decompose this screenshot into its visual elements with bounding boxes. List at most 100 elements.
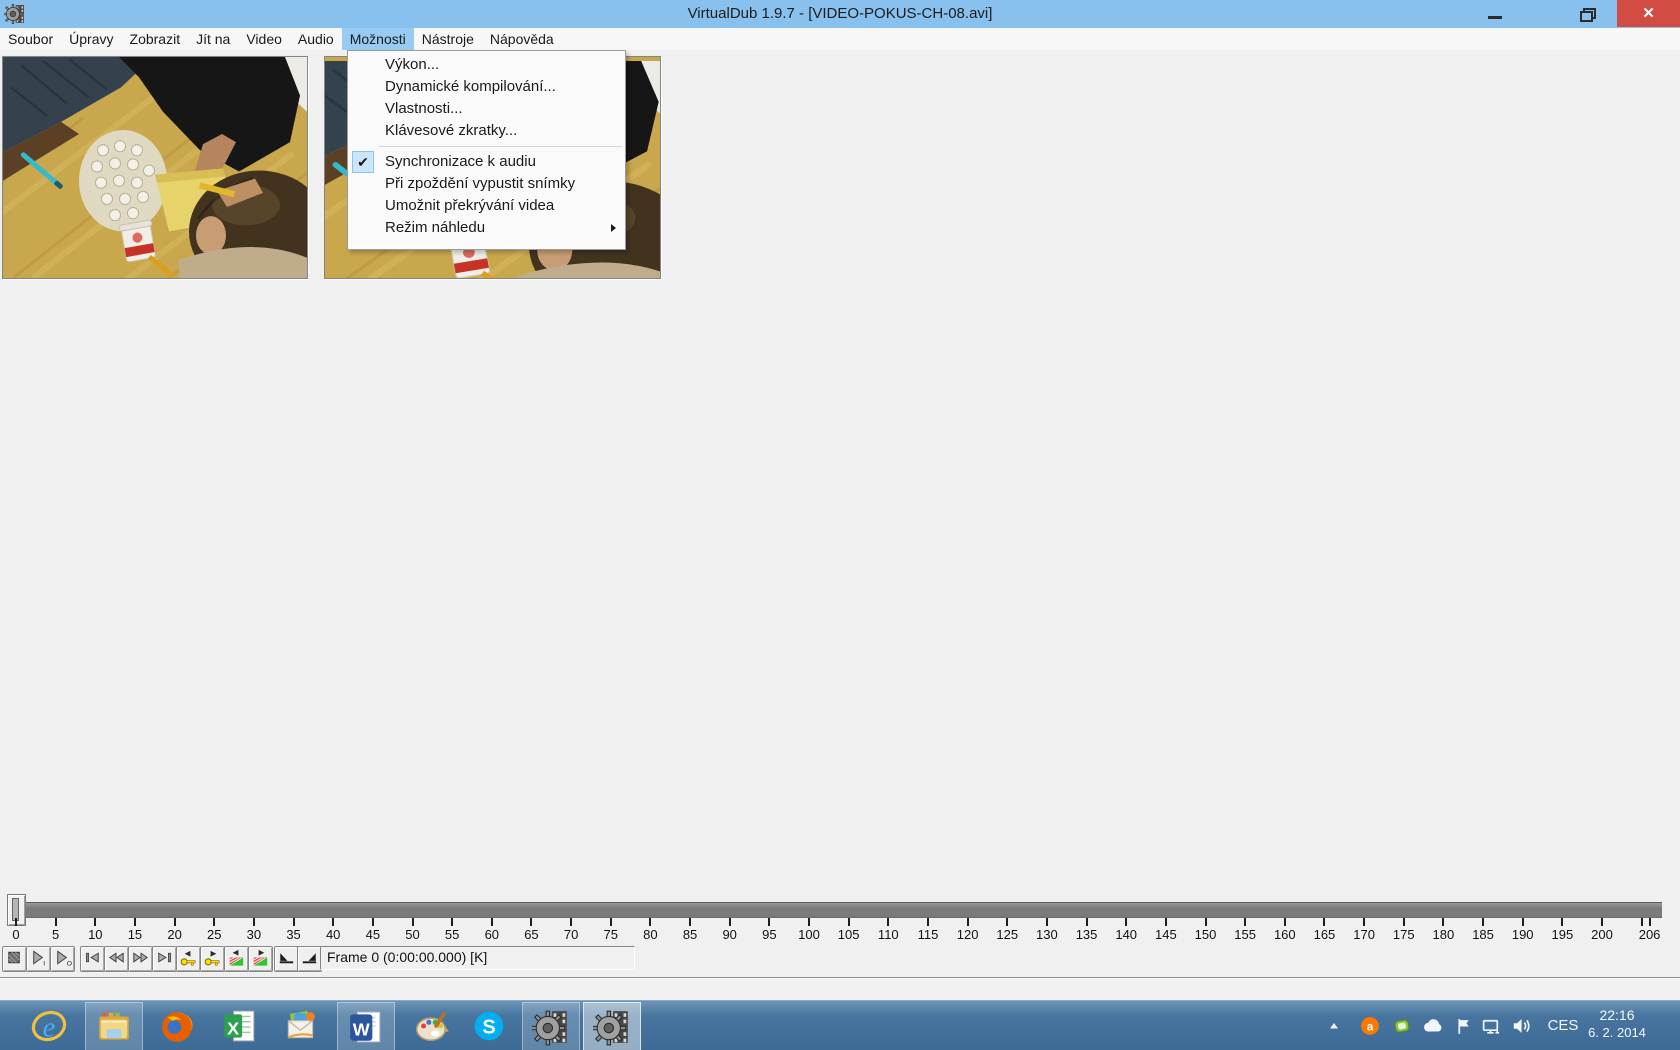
minimize-button[interactable] bbox=[1462, 0, 1528, 27]
taskbar-app-word[interactable]: W bbox=[337, 1002, 395, 1050]
ruler-tick bbox=[808, 918, 810, 926]
menu-item-klavesove-zkratky[interactable]: Klávesové zkratky... bbox=[348, 120, 625, 142]
ruler-tick bbox=[252, 918, 255, 926]
prev-scene-button[interactable] bbox=[224, 946, 249, 972]
go-first-frame-icon bbox=[85, 952, 99, 963]
taskbar-app-excel[interactable]: X bbox=[212, 1002, 268, 1050]
next-scene-button[interactable] bbox=[248, 946, 273, 972]
paint-icon bbox=[415, 1012, 449, 1042]
rewind-button[interactable] bbox=[104, 946, 129, 972]
menu-item-rezim-nahledu[interactable]: Režim náhledu bbox=[348, 217, 625, 239]
menu-item-umoznit-prekryvani-videa[interactable]: Umožnit překrývání videa bbox=[348, 195, 625, 217]
menubar-item-zobrazit[interactable]: Zobrazit bbox=[122, 28, 189, 50]
ruler-tick bbox=[490, 918, 493, 926]
ruler-tick bbox=[1648, 918, 1651, 926]
svg-text:a: a bbox=[1367, 1019, 1374, 1033]
taskbar-app-file-explorer[interactable] bbox=[85, 1002, 143, 1050]
ruler-label: 20 bbox=[167, 927, 182, 942]
taskbar-app-firefox[interactable] bbox=[149, 1002, 205, 1050]
menubar-item-nastroje[interactable]: Nástroje bbox=[414, 28, 482, 50]
skydrive-icon[interactable] bbox=[1421, 1014, 1445, 1038]
menu-item-vykon[interactable]: Výkon... bbox=[348, 54, 625, 76]
menu-item-label: Dynamické kompilování... bbox=[385, 78, 556, 95]
show-hidden-icons-icon[interactable] bbox=[1322, 1014, 1346, 1038]
ruler-label: 5 bbox=[52, 927, 60, 942]
menu-item-pri-zpozdeni-vypustit-snimky[interactable]: Při zpoždění vypustit snímky bbox=[348, 173, 625, 195]
mark-in-button[interactable] bbox=[274, 946, 299, 972]
svg-text:e: e bbox=[43, 1013, 56, 1044]
ruler-label: 50 bbox=[405, 927, 420, 942]
stop-button[interactable] bbox=[2, 946, 27, 972]
taskbar-app-internet-explorer[interactable]: e bbox=[21, 1002, 77, 1050]
play-input-button[interactable]: I bbox=[26, 946, 51, 972]
taskbar-clock[interactable]: 22:16 6. 2. 2014 bbox=[1578, 1001, 1656, 1050]
menubar-item-jit-na[interactable]: Jít na bbox=[188, 28, 238, 50]
menubar-item-video[interactable]: Video bbox=[238, 28, 290, 50]
prev-keyframe-button[interactable] bbox=[176, 946, 201, 972]
action-center-icon[interactable] bbox=[1451, 1014, 1475, 1038]
ruler-label: 135 bbox=[1075, 927, 1098, 942]
ruler-label: 150 bbox=[1194, 927, 1217, 942]
ruler-label: 100 bbox=[798, 927, 820, 942]
excel-icon: X bbox=[224, 1010, 255, 1042]
ruler-label: 125 bbox=[996, 927, 1019, 942]
menu-item-label: Při zpoždění vypustit snímky bbox=[385, 175, 576, 192]
ruler-label: 95 bbox=[762, 927, 777, 942]
mark-out-icon bbox=[302, 953, 317, 964]
play-preview-icon: O bbox=[57, 950, 72, 968]
ruler-label: 170 bbox=[1353, 927, 1375, 942]
ruler-tick bbox=[1601, 918, 1603, 926]
menu-item-label: Klávesové zkratky... bbox=[385, 122, 518, 139]
ruler-tick bbox=[1204, 918, 1207, 926]
menu-item-synchronizace-k-audiu[interactable]: Synchronizace k audiu ✔ bbox=[348, 151, 625, 173]
file-explorer-icon bbox=[99, 1012, 129, 1040]
taskbar-app-virtualdub-active[interactable] bbox=[583, 1002, 641, 1050]
svg-text:I: I bbox=[43, 961, 45, 968]
ruler-label: 160 bbox=[1273, 927, 1296, 942]
menu-item-vlastnosti[interactable]: Vlastnosti... bbox=[348, 98, 625, 120]
ruler-tick bbox=[649, 918, 652, 926]
go-first-frame-button[interactable] bbox=[80, 946, 105, 972]
taskbar-app-mail[interactable] bbox=[273, 1002, 329, 1050]
restore-button[interactable] bbox=[1555, 0, 1617, 27]
ruler-label: 190 bbox=[1511, 927, 1534, 942]
ruler-tick bbox=[1164, 918, 1167, 926]
ruler-label: 60 bbox=[484, 927, 500, 942]
menu-item-dynamicke-kompilovani[interactable]: Dynamické kompilování... bbox=[348, 76, 625, 98]
fast-forward-icon bbox=[133, 952, 149, 963]
virtualdub-icon bbox=[532, 1010, 567, 1046]
clock-date: 6. 2. 2014 bbox=[1588, 1025, 1646, 1040]
fast-forward-button[interactable] bbox=[128, 946, 153, 972]
menubar-item-upravy[interactable]: Úpravy bbox=[61, 28, 121, 50]
ruler-label: 10 bbox=[88, 927, 103, 942]
ruler-tick bbox=[926, 918, 929, 926]
pointing-device-icon[interactable] bbox=[1390, 1014, 1414, 1038]
ruler-tick bbox=[1244, 918, 1247, 926]
position-slider-track[interactable] bbox=[8, 902, 1662, 918]
taskbar-app-virtualdub[interactable] bbox=[522, 1002, 580, 1050]
volume-icon[interactable] bbox=[1509, 1014, 1533, 1038]
ruler-tick bbox=[1561, 918, 1564, 926]
close-icon: ✕ bbox=[1642, 5, 1655, 22]
menubar-item-audio[interactable]: Audio bbox=[290, 28, 342, 50]
taskbar-app-skype[interactable]: S bbox=[461, 1002, 517, 1050]
next-keyframe-button[interactable] bbox=[200, 946, 225, 972]
ruler-tick bbox=[213, 918, 216, 926]
taskbar-app-paint[interactable] bbox=[404, 1002, 460, 1050]
ruler-label: 85 bbox=[682, 927, 698, 942]
close-button[interactable]: ✕ bbox=[1617, 0, 1680, 27]
avast-icon[interactable]: a bbox=[1358, 1014, 1382, 1038]
play-preview-button[interactable]: O bbox=[50, 946, 75, 972]
go-last-frame-button[interactable] bbox=[152, 946, 177, 972]
menu-item-label: Výkon... bbox=[385, 56, 440, 73]
taskbar: eXWS a CES 22:16 6. 2. 2014 bbox=[0, 1000, 1680, 1050]
ruler-label: 140 bbox=[1115, 927, 1138, 942]
menu-item-label: Režim náhledu bbox=[385, 219, 486, 236]
menubar-item-napoveda[interactable]: Nápověda bbox=[482, 28, 562, 50]
network-icon[interactable] bbox=[1479, 1014, 1503, 1038]
mark-out-button[interactable] bbox=[297, 946, 322, 972]
menubar-item-soubor[interactable]: Soubor bbox=[0, 28, 61, 50]
restore-icon bbox=[1579, 8, 1596, 22]
virtualdub-icon bbox=[593, 1010, 628, 1046]
menubar-item-moznosti[interactable]: Možnosti bbox=[341, 28, 414, 50]
